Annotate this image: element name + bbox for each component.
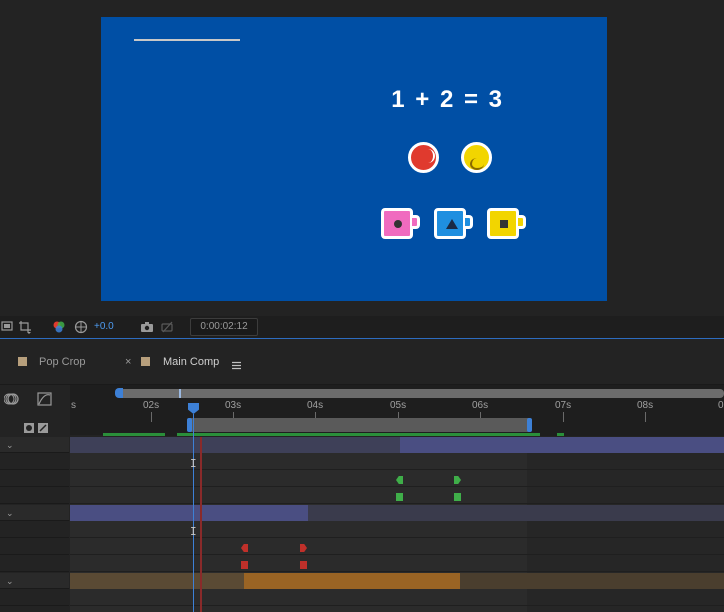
region-of-interest-icon[interactable]	[0, 320, 14, 334]
property-track[interactable]	[70, 556, 724, 572]
property-row[interactable]	[0, 471, 69, 487]
keyframe-red[interactable]	[300, 561, 307, 569]
blue-mug	[434, 208, 466, 239]
layer-3-header[interactable]: ⌄	[0, 573, 69, 589]
layer-3-bar-dim[interactable]	[70, 573, 244, 589]
yellow-ball-highlight	[470, 158, 484, 170]
layer-2-header[interactable]: ⌄	[0, 505, 69, 521]
property-row[interactable]	[0, 488, 69, 504]
property-track[interactable]	[70, 454, 724, 470]
layer-3-bar-rest[interactable]	[460, 573, 724, 589]
ruler-tick	[151, 412, 152, 422]
property-track[interactable]	[70, 590, 724, 606]
equation-text: 1 + 2 = 3	[391, 86, 504, 113]
blue-mug-handle	[465, 215, 473, 229]
circle-icon	[394, 220, 402, 228]
layer-3-bar[interactable]	[244, 573, 460, 589]
keyframe-green[interactable]	[396, 493, 403, 501]
tab-close-icon[interactable]: ×	[125, 356, 131, 368]
tab-menu-icon[interactable]	[232, 357, 241, 375]
square-icon	[500, 220, 508, 228]
ibeam-cursor-icon: I	[190, 525, 197, 538]
channels-icon[interactable]	[52, 320, 66, 334]
yellow-mug	[487, 208, 519, 239]
ruler-label: 08s	[637, 400, 654, 411]
exposure-icon[interactable]	[74, 320, 88, 334]
ibeam-cursor-icon: I	[190, 457, 197, 470]
show-snapshot-icon[interactable]	[160, 320, 174, 334]
property-row[interactable]	[0, 539, 69, 555]
time-navigator-start-handle[interactable]	[115, 388, 123, 398]
keyframe-red[interactable]	[241, 561, 248, 569]
property-row[interactable]	[0, 590, 69, 606]
layer-1-header[interactable]: ⌄	[0, 437, 69, 453]
cache-gap	[564, 433, 724, 436]
chevron-down-icon[interactable]: ⌄	[6, 576, 14, 587]
ruler-label: 03s	[225, 400, 242, 411]
ruler-tick	[645, 412, 646, 422]
comp-color-swatch	[18, 357, 27, 366]
chevron-down-icon[interactable]: ⌄	[6, 440, 14, 451]
work-area-start-handle[interactable]	[187, 418, 192, 432]
video-toggle-icon[interactable]	[24, 423, 34, 433]
comp-color-swatch	[141, 357, 150, 366]
comp-marker-line	[200, 437, 202, 612]
layer-2-bar-rest[interactable]	[308, 505, 724, 521]
ruler-label: 04s	[307, 400, 324, 411]
property-row[interactable]	[0, 522, 69, 538]
chevron-down-icon[interactable]: ⌄	[6, 508, 14, 519]
transparency-grid-icon[interactable]	[18, 320, 32, 334]
ruler-label: 07s	[555, 400, 572, 411]
keyframe-green[interactable]	[454, 493, 461, 501]
property-track[interactable]	[70, 539, 724, 555]
lock-toggle-icon[interactable]	[38, 423, 48, 433]
ruler-label: 05s	[390, 400, 407, 411]
cache-gap	[540, 433, 557, 436]
ruler-label: s	[71, 400, 76, 411]
ruler-tick	[563, 412, 564, 422]
layer-1-bar-selected[interactable]	[400, 437, 724, 453]
work-area-end-handle[interactable]	[527, 418, 532, 432]
pink-mug-handle	[412, 215, 420, 229]
layer-1-bar[interactable]	[70, 437, 400, 453]
ruler-label: 02s	[143, 400, 160, 411]
layer-2-bar[interactable]	[70, 505, 308, 521]
exposure-value[interactable]: +0.0	[94, 321, 114, 332]
composition-canvas[interactable]	[101, 17, 607, 301]
motion-blur-icon[interactable]	[3, 392, 20, 411]
property-row[interactable]	[0, 454, 69, 470]
snapshot-camera-icon[interactable]	[140, 320, 154, 334]
tab-main-comp[interactable]: Main Comp	[163, 356, 219, 368]
ruler-label: 0	[718, 400, 724, 411]
timecode-display[interactable]: 0:00:02:12	[190, 318, 258, 336]
cache-gap	[165, 433, 177, 436]
ruler-label: 06s	[472, 400, 489, 411]
tab-pop-crop[interactable]: Pop Crop	[39, 356, 85, 368]
yellow-mug-handle	[518, 215, 526, 229]
red-ball-highlight	[421, 149, 435, 163]
time-navigator-marker	[179, 389, 181, 398]
active-tab-indicator	[134, 39, 240, 41]
timeline-tab-bar	[0, 340, 724, 385]
pink-mug	[381, 208, 413, 239]
work-area-bar[interactable]	[189, 418, 530, 432]
property-track[interactable]	[70, 522, 724, 538]
playhead-line[interactable]	[193, 414, 194, 612]
graph-editor-icon[interactable]	[37, 392, 53, 411]
property-row[interactable]	[0, 556, 69, 572]
triangle-icon	[446, 219, 458, 229]
time-navigator-bar[interactable]	[119, 389, 724, 398]
